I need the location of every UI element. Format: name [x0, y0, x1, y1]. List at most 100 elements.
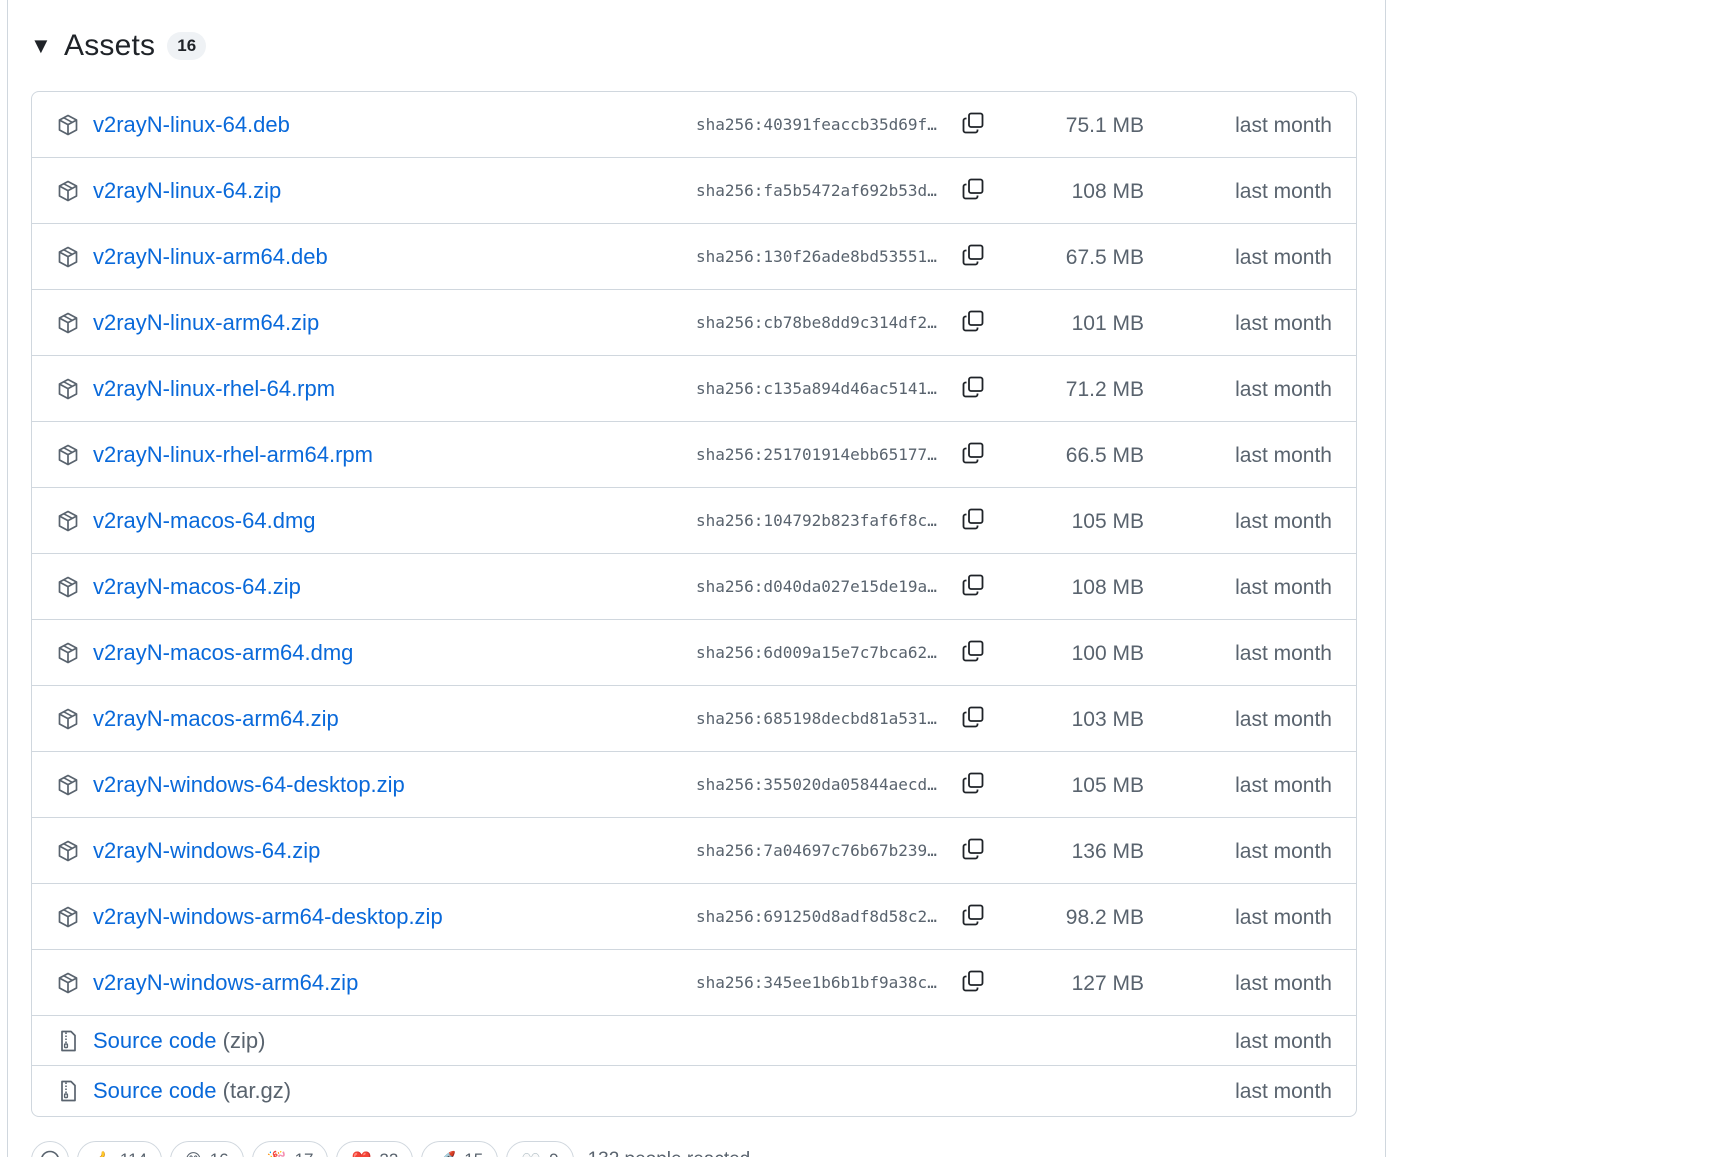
asset-date: last month: [1235, 774, 1332, 797]
copy-sha-button[interactable]: [959, 441, 987, 469]
asset-size: 67.5 MB: [1065, 246, 1144, 269]
asset-row: v2rayN-windows-64-desktop.zip sha256:3550…: [32, 752, 1356, 818]
package-icon: [56, 641, 80, 665]
source-code-row: Source code (zip) last month: [32, 1016, 1356, 1066]
copy-sha-button[interactable]: [959, 903, 987, 931]
asset-download-link[interactable]: v2rayN-linux-rhel-arm64.rpm: [93, 443, 373, 467]
asset-download-link[interactable]: v2rayN-windows-64-desktop.zip: [93, 773, 405, 797]
asset-download-link[interactable]: v2rayN-windows-arm64-desktop.zip: [93, 905, 443, 929]
asset-download-link[interactable]: v2rayN-macos-arm64.dmg: [93, 641, 353, 665]
asset-size: 136 MB: [1071, 840, 1144, 863]
package-icon: [56, 575, 80, 599]
reaction-button[interactable]: ❤️ 22: [336, 1141, 414, 1157]
asset-size: 103 MB: [1071, 708, 1144, 731]
package-icon: [56, 311, 80, 335]
asset-date: last month: [1235, 642, 1332, 665]
copy-sha-button[interactable]: [959, 837, 987, 865]
reaction-emoji-icon: ❤️: [351, 1150, 371, 1157]
asset-date: last month: [1235, 972, 1332, 995]
reaction-count: 17: [295, 1150, 314, 1157]
assets-title: Assets: [64, 29, 156, 62]
asset-row: v2rayN-windows-arm64.zip sha256:345ee1b6b…: [32, 950, 1356, 1016]
asset-download-link[interactable]: v2rayN-windows-64.zip: [93, 839, 320, 863]
asset-download-link[interactable]: v2rayN-macos-64.zip: [93, 575, 301, 599]
copy-icon: [961, 111, 985, 140]
asset-row: v2rayN-linux-64.deb sha256:40391feaccb35d…: [32, 92, 1356, 158]
asset-size: 108 MB: [1071, 576, 1144, 599]
asset-sha256: sha256:345ee1b6b1bf9a38c…: [696, 973, 937, 992]
package-icon: [56, 443, 80, 467]
asset-download-link[interactable]: v2rayN-linux-arm64.zip: [93, 311, 319, 335]
asset-row: v2rayN-macos-arm64.dmg sha256:6d009a15e7c…: [32, 620, 1356, 686]
package-icon: [56, 839, 80, 863]
asset-date: last month: [1235, 840, 1332, 863]
asset-date: last month: [1235, 1080, 1332, 1103]
copy-sha-button[interactable]: [959, 705, 987, 733]
asset-size: 127 MB: [1071, 972, 1144, 995]
reaction-button[interactable]: 🎉 17: [251, 1141, 329, 1157]
asset-download-link[interactable]: v2rayN-macos-arm64.zip: [93, 707, 339, 731]
asset-date: last month: [1235, 246, 1332, 269]
asset-date: last month: [1235, 1030, 1332, 1053]
asset-size: 105 MB: [1071, 774, 1144, 797]
source-code-format: (zip): [222, 1028, 266, 1053]
copy-icon: [961, 507, 985, 536]
file-zip-icon: [56, 1029, 80, 1053]
copy-sha-button[interactable]: [959, 639, 987, 667]
copy-icon: [961, 639, 985, 668]
source-code-link[interactable]: Source code (zip): [93, 1029, 265, 1053]
asset-download-link[interactable]: v2rayN-linux-arm64.deb: [93, 245, 328, 269]
asset-sha256: sha256:691250d8adf8d58c2…: [696, 907, 937, 926]
asset-row: v2rayN-macos-64.zip sha256:d040da027e15de…: [32, 554, 1356, 620]
copy-sha-button[interactable]: [959, 309, 987, 337]
asset-size: 71.2 MB: [1065, 378, 1144, 401]
package-icon: [56, 377, 80, 401]
asset-date: last month: [1235, 576, 1332, 599]
copy-sha-button[interactable]: [959, 507, 987, 535]
copy-icon: [961, 837, 985, 866]
reaction-count: 15: [464, 1150, 483, 1157]
copy-sha-button[interactable]: [959, 375, 987, 403]
assets-header[interactable]: ▼ Assets 16: [30, 26, 207, 66]
asset-row: v2rayN-linux-rhel-arm64.rpm sha256:251701…: [32, 422, 1356, 488]
copy-icon: [961, 705, 985, 734]
reaction-button[interactable]: 😄 16: [170, 1141, 244, 1157]
package-icon: [56, 113, 80, 137]
asset-row: v2rayN-linux-64.zip sha256:fa5b5472af692b…: [32, 158, 1356, 224]
asset-download-link[interactable]: v2rayN-linux-64.deb: [93, 113, 290, 137]
asset-size: 100 MB: [1071, 642, 1144, 665]
reactions-summary: 132 people reacted: [588, 1149, 751, 1157]
copy-sha-button[interactable]: [959, 573, 987, 601]
asset-sha256: sha256:685198decbd81a531…: [696, 709, 937, 728]
copy-sha-button[interactable]: [959, 969, 987, 997]
asset-size: 66.5 MB: [1065, 444, 1144, 467]
copy-icon: [961, 243, 985, 272]
reaction-emoji-icon: 🎉: [267, 1150, 287, 1157]
asset-sha256: sha256:104792b823faf6f8c…: [696, 511, 937, 530]
expand-triangle-icon[interactable]: ▼: [30, 35, 54, 57]
reaction-button[interactable]: 👍 114: [77, 1141, 163, 1157]
copy-icon: [961, 969, 985, 998]
package-icon: [56, 707, 80, 731]
reaction-button[interactable]: 👀9: [506, 1141, 574, 1157]
asset-sha256: sha256:130f26ade8bd53551…: [696, 247, 937, 266]
asset-sha256: sha256:7a04697c76b67b239…: [696, 841, 937, 860]
source-code-row: Source code (tar.gz) last month: [32, 1066, 1356, 1116]
copy-icon: [961, 771, 985, 800]
package-icon: [56, 179, 80, 203]
asset-download-link[interactable]: v2rayN-macos-64.dmg: [93, 509, 316, 533]
copy-sha-button[interactable]: [959, 111, 987, 139]
asset-date: last month: [1235, 444, 1332, 467]
copy-icon: [961, 309, 985, 338]
add-reaction-button[interactable]: [31, 1141, 69, 1157]
copy-sha-button[interactable]: [959, 771, 987, 799]
source-code-link[interactable]: Source code (tar.gz): [93, 1079, 291, 1103]
asset-sha256: sha256:d040da027e15de19a…: [696, 577, 937, 596]
source-code-label: Source code: [93, 1078, 217, 1103]
copy-sha-button[interactable]: [959, 177, 987, 205]
copy-sha-button[interactable]: [959, 243, 987, 271]
reaction-button[interactable]: 🚀 15: [421, 1141, 499, 1157]
asset-download-link[interactable]: v2rayN-linux-rhel-64.rpm: [93, 377, 335, 401]
asset-download-link[interactable]: v2rayN-windows-arm64.zip: [93, 971, 358, 995]
asset-download-link[interactable]: v2rayN-linux-64.zip: [93, 179, 281, 203]
